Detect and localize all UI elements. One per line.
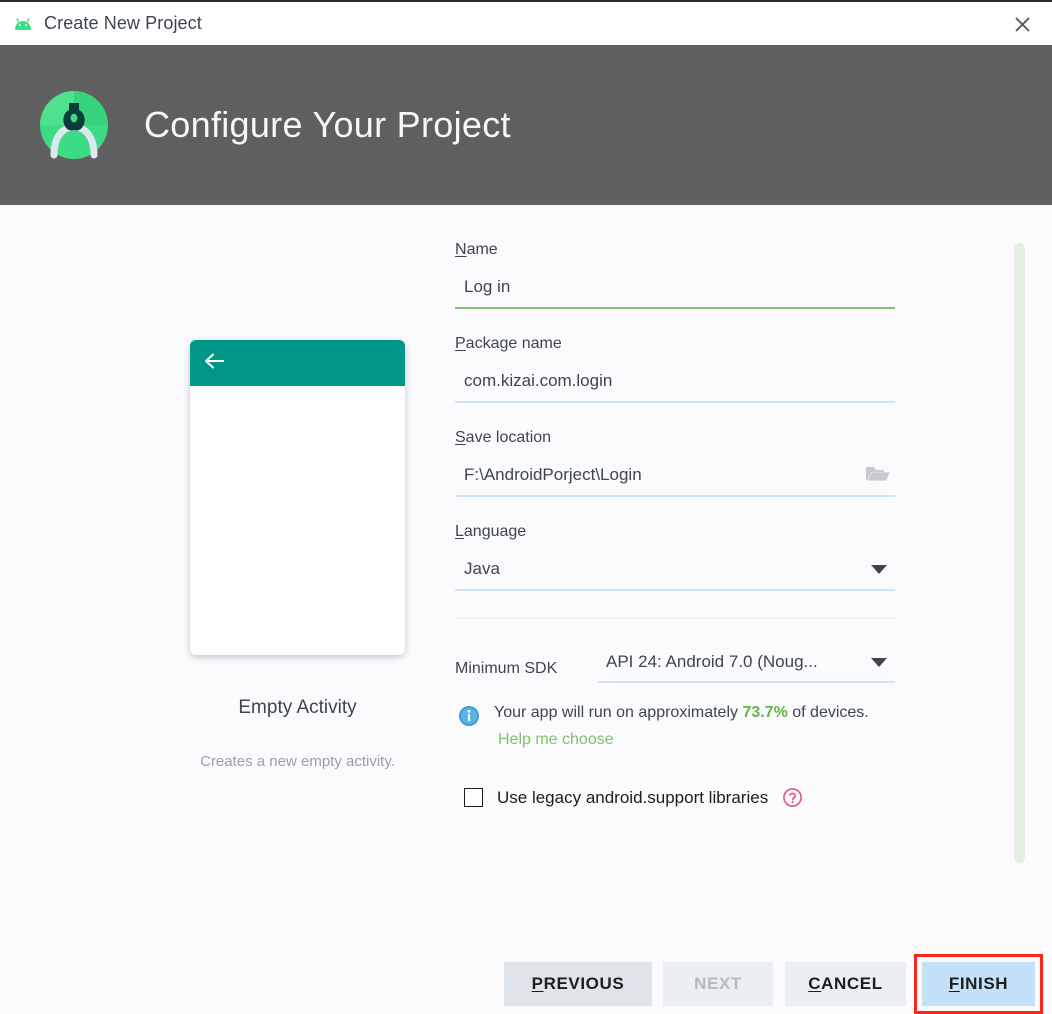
phone-body (190, 386, 405, 655)
save-location-input[interactable]: F:\AndroidPorject\Login (455, 459, 895, 491)
phone-appbar (190, 340, 405, 386)
save-location-value: F:\AndroidPorject\Login (464, 465, 642, 484)
android-icon (12, 13, 34, 35)
minimum-sdk-underline (598, 681, 895, 683)
save-location-label: Save location (455, 429, 895, 447)
language-label: Language (455, 523, 895, 541)
save-location-label-rest: ave location (465, 429, 552, 446)
save-location-label-mnemonic: S (455, 429, 466, 446)
finish-button[interactable]: F INISH (922, 962, 1035, 1006)
minimum-sdk-label: Minimum SDK (455, 660, 558, 677)
field-minimum-sdk: Minimum SDK API 24: Android 7.0 (Noug... (455, 647, 895, 683)
device-compatibility-info: Your app will run on approximately 73.7%… (455, 701, 895, 749)
finish-button-mnemonic: F (948, 974, 960, 993)
name-value: Log in (464, 277, 511, 296)
folder-open-icon[interactable] (865, 463, 891, 488)
content-scrollbar[interactable] (1014, 243, 1025, 863)
package-name-value: com.kizai.com.login (464, 371, 613, 390)
template-name: Empty Activity (238, 697, 357, 718)
language-value: Java (464, 559, 500, 578)
device-info-text-after: of devices. (787, 704, 869, 721)
template-description: Creates a new empty activity. (200, 753, 395, 770)
legacy-libraries-row: Use legacy android.support libraries (455, 787, 895, 808)
language-label-mnemonic: L (455, 523, 464, 540)
form-divider (455, 618, 895, 619)
device-info-text-wrap: Your app will run on approximately 73.7%… (494, 701, 869, 749)
window-titlebar: Create New Project (0, 0, 1052, 45)
legacy-libraries-label: Use legacy android.support libraries (497, 787, 769, 807)
field-name: Name Log in (455, 241, 895, 309)
package-name-label-rest: ackage name (465, 335, 562, 352)
chevron-down-icon[interactable] (871, 657, 887, 667)
minimum-sdk-dropdown[interactable]: API 24: Android 7.0 (Noug... (598, 647, 895, 683)
template-preview: Empty Activity Creates a new empty activ… (160, 340, 435, 770)
cancel-button-mnemonic: C (808, 974, 822, 993)
name-label-mnemonic: N (455, 241, 467, 258)
package-name-input[interactable]: com.kizai.com.login (455, 365, 895, 397)
help-me-choose-link[interactable]: Help me choose (498, 731, 614, 749)
name-input[interactable]: Log in (455, 271, 895, 303)
dialog-footer: P REVIOUS NEXT C ANCEL F INISH (0, 940, 1052, 1014)
info-icon (458, 705, 480, 749)
package-name-label-mnemonic: P (455, 335, 466, 352)
device-info-text-before: Your app will run on approximately (494, 704, 743, 721)
phone-mockup (190, 340, 405, 655)
previous-button-label: REVIOUS (543, 974, 625, 993)
device-info-text: Your app will run on approximately 73.7%… (494, 701, 869, 724)
minimum-sdk-value: API 24: Android 7.0 (Noug... (606, 652, 818, 671)
language-dropdown[interactable]: Java (455, 553, 895, 585)
name-label-rest: ame (466, 241, 498, 258)
cancel-button-label: ANCEL (821, 974, 883, 993)
field-package-name: Package name com.kizai.com.login (455, 335, 895, 403)
package-name-label: Package name (455, 335, 895, 353)
field-save-location: Save location F:\AndroidPorject\Login (455, 429, 895, 497)
previous-button[interactable]: P REVIOUS (504, 962, 652, 1006)
cancel-button[interactable]: C ANCEL (785, 962, 906, 1006)
create-new-project-dialog: Create New Project Configure Your Projec… (0, 0, 1052, 1014)
question-mark-icon[interactable] (782, 787, 803, 808)
minimum-sdk-row: API 24: Android 7.0 (Noug... (598, 647, 895, 677)
back-arrow-icon (204, 353, 226, 374)
field-language: Language Java (455, 523, 895, 591)
page-title: Configure Your Project (144, 104, 511, 145)
language-label-rest: anguage (463, 523, 527, 540)
name-label: Name (455, 241, 895, 259)
previous-button-mnemonic: P (531, 974, 544, 993)
next-button-label: NEXT (694, 974, 742, 993)
window-title: Create New Project (44, 13, 202, 33)
project-form: Name Log in Package name com.kizai.com.l… (455, 241, 895, 808)
chevron-down-icon[interactable] (871, 564, 887, 574)
language-underline (455, 589, 895, 591)
next-button: NEXT (663, 962, 773, 1006)
legacy-libraries-checkbox[interactable] (464, 788, 483, 808)
device-info-percent: 73.7% (742, 704, 788, 721)
finish-button-label: INISH (959, 974, 1009, 993)
scrollbar-thumb[interactable] (1014, 243, 1025, 863)
wizard-content: Empty Activity Creates a new empty activ… (0, 205, 1052, 940)
wizard-header: Configure Your Project (0, 45, 1052, 205)
android-studio-logo-icon (36, 87, 112, 163)
close-icon[interactable] (1000, 6, 1044, 42)
